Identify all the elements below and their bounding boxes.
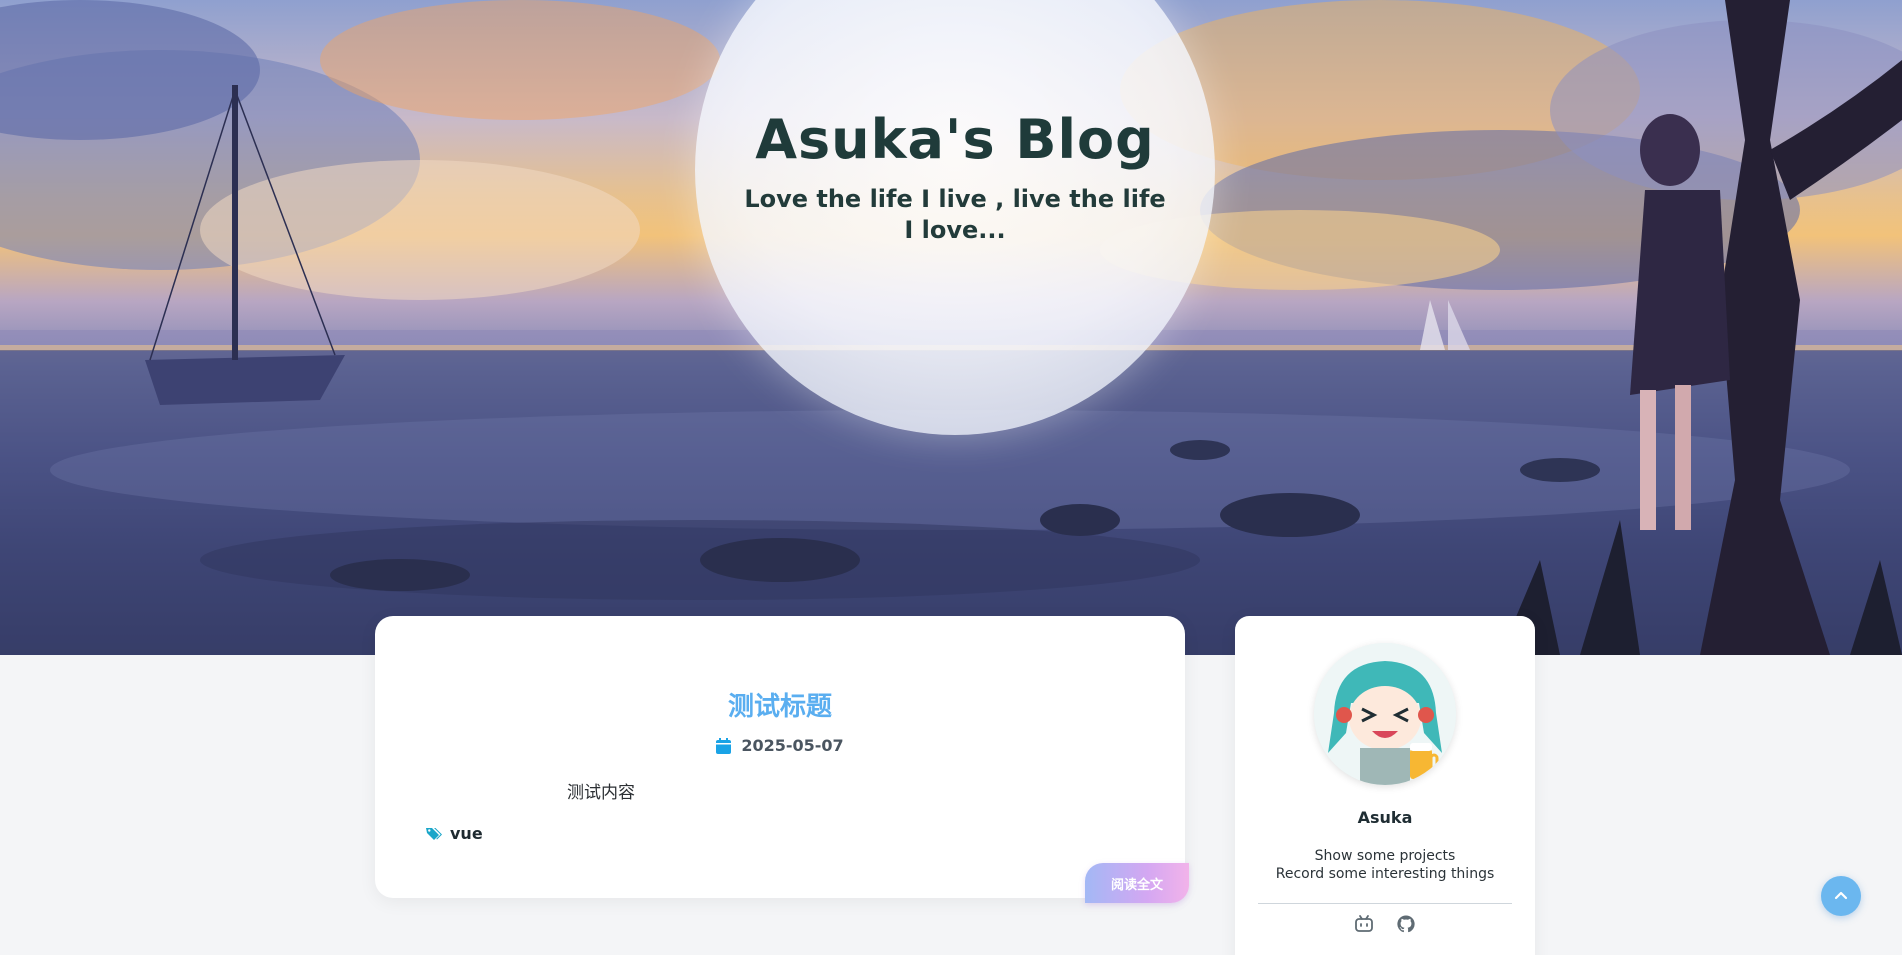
profile-bio-line: Show some projects <box>1314 848 1456 864</box>
profile-divider <box>1258 903 1512 904</box>
tag-vue[interactable]: vue <box>450 824 483 843</box>
blog-subtitle: Love the life I live , live the life I l… <box>744 185 1166 244</box>
profile-card: Asuka Show some projects Record some int… <box>1235 616 1535 955</box>
profile-bio-line: Record some interesting things <box>1275 866 1495 882</box>
chevron-up-icon <box>1834 891 1848 900</box>
post-excerpt: 测试内容 <box>567 783 635 803</box>
avatar[interactable] <box>1314 643 1456 785</box>
avatar-illustration <box>1314 643 1456 785</box>
profile-social-links <box>1235 914 1535 934</box>
post-title[interactable]: 测试标题 <box>375 686 1185 723</box>
github-icon[interactable] <box>1396 914 1416 934</box>
hero-banner: Asuka's Blog Love the life I live , live… <box>0 0 1902 655</box>
back-to-top-button[interactable] <box>1821 876 1861 916</box>
bilibili-icon[interactable] <box>1354 914 1374 934</box>
profile-bio: Show some projects Record some interesti… <box>1235 847 1535 883</box>
post-meta: 2025-05-07 <box>375 736 1185 755</box>
tags-icon <box>426 827 442 840</box>
read-more-button[interactable]: 阅读全文 <box>1085 863 1189 903</box>
post-card: 测试标题 2025-05-07 测试内容 vue 阅读全文 <box>375 616 1189 903</box>
blog-page: Asuka's Blog Love the life I live , live… <box>0 0 1902 955</box>
calendar-icon <box>716 737 732 754</box>
profile-name: Asuka <box>1357 808 1413 827</box>
post-tags: vue <box>426 824 483 843</box>
blog-title: Asuka's Blog <box>755 108 1155 171</box>
post-date: 2025-05-07 <box>741 736 844 755</box>
